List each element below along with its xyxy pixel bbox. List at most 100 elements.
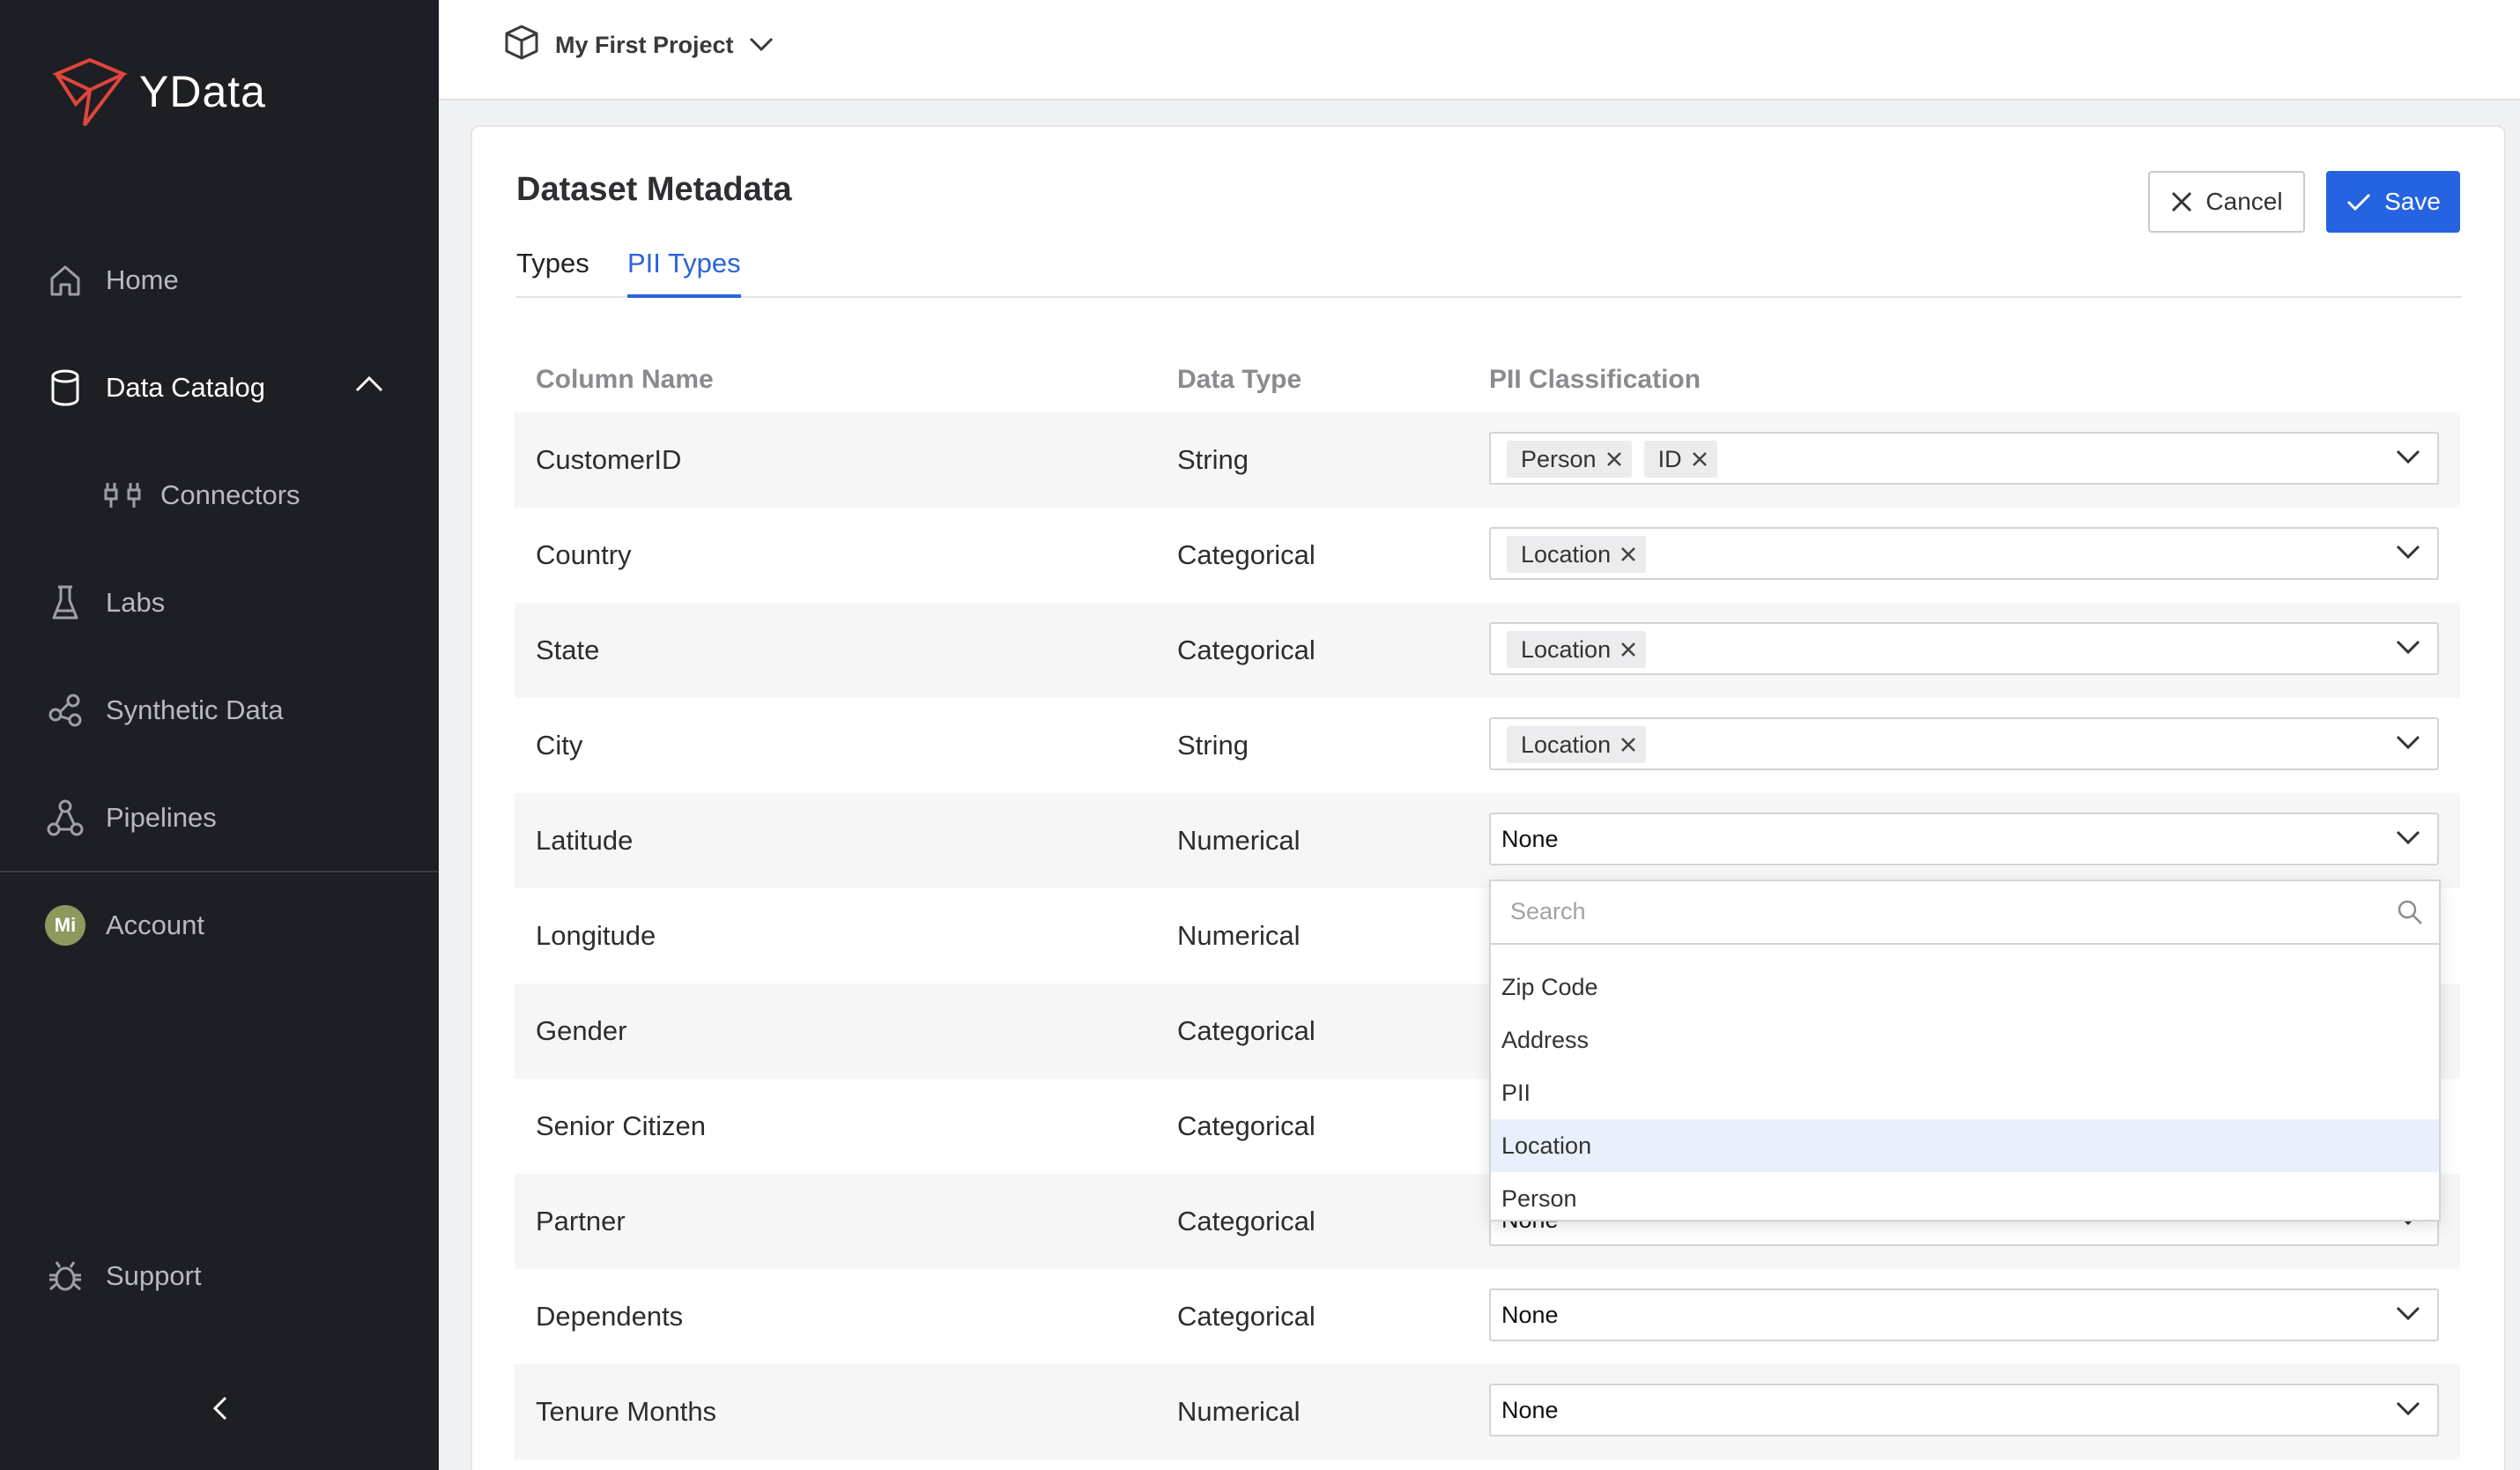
tab-pii-types[interactable]: PII Types bbox=[627, 245, 741, 298]
close-icon[interactable] bbox=[1619, 546, 1637, 563]
pii-select[interactable]: Location bbox=[1489, 622, 2439, 675]
search-input[interactable] bbox=[1491, 881, 2372, 941]
flask-icon bbox=[42, 580, 88, 626]
dropdown-option[interactable]: PII bbox=[1491, 1066, 2439, 1119]
bug-icon bbox=[42, 1253, 88, 1299]
dropdown-options: Zip Code Address PII Location Person bbox=[1491, 961, 2439, 1225]
header-pii-classification: PII Classification bbox=[1489, 365, 1701, 394]
pii-select-open[interactable]: None bbox=[1489, 813, 2439, 865]
header-column-name: Column Name bbox=[536, 365, 714, 394]
sidebar-item-label: Home bbox=[106, 264, 179, 295]
page-title: Dataset Metadata bbox=[516, 171, 792, 208]
tag-label: Location bbox=[1521, 540, 1612, 568]
chevron-down-icon bbox=[2396, 545, 2420, 560]
column-name: Partner bbox=[536, 1206, 626, 1236]
save-button[interactable]: Save bbox=[2326, 171, 2460, 233]
synthetic-icon bbox=[42, 687, 88, 733]
pii-tag: Location bbox=[1507, 726, 1647, 763]
sidebar-item-label: Synthetic Data bbox=[106, 694, 284, 725]
sidebar-item-data-catalog[interactable]: Data Catalog bbox=[42, 361, 265, 414]
collapse-sidebar-icon[interactable] bbox=[208, 1392, 234, 1429]
column-name: Tenure Months bbox=[536, 1396, 717, 1427]
tag-label: ID bbox=[1657, 445, 1682, 472]
avatar: Mi bbox=[42, 902, 88, 948]
sidebar-item-label: Support bbox=[106, 1260, 202, 1291]
sidebar-item-support[interactable]: Support bbox=[42, 1250, 202, 1303]
table-row: City String Location bbox=[515, 698, 2460, 793]
avatar-initials: Mi bbox=[45, 905, 85, 946]
pii-tag: Location bbox=[1507, 631, 1647, 668]
chevron-up-icon[interactable] bbox=[354, 375, 384, 398]
data-type: Numerical bbox=[1177, 1396, 1301, 1427]
tag-label: Location bbox=[1521, 635, 1612, 663]
pii-tag: ID bbox=[1643, 441, 1717, 478]
dropdown-option[interactable]: Address bbox=[1491, 1013, 2439, 1066]
pipelines-icon bbox=[42, 795, 88, 841]
connectors-icon bbox=[102, 472, 143, 518]
table-row: Dependents Categorical None bbox=[515, 1269, 2460, 1364]
pii-select[interactable]: Location bbox=[1489, 717, 2439, 770]
data-type: Categorical bbox=[1177, 539, 1316, 570]
dropdown-option-highlighted[interactable]: Location bbox=[1491, 1119, 2439, 1172]
sidebar-item-home[interactable]: Home bbox=[42, 254, 179, 307]
sidebar-item-label: Connectors bbox=[160, 479, 300, 510]
sidebar-item-connectors[interactable]: Connectors bbox=[102, 469, 300, 522]
pii-tag: Person bbox=[1507, 441, 1632, 478]
select-value: None bbox=[1501, 826, 1559, 852]
pii-tag: Location bbox=[1507, 536, 1647, 573]
column-name: State bbox=[536, 635, 600, 665]
project-selector[interactable]: My First Project bbox=[502, 23, 775, 68]
tab-types[interactable]: Types bbox=[516, 245, 589, 298]
sidebar-item-label: Pipelines bbox=[106, 802, 217, 833]
data-type: Categorical bbox=[1177, 1301, 1316, 1332]
dropdown-search bbox=[1491, 881, 2439, 945]
pii-select[interactable]: Person ID bbox=[1489, 432, 2439, 485]
home-icon bbox=[42, 257, 88, 303]
chevron-down-icon bbox=[2396, 830, 2420, 845]
table-row: Tenure Months Numerical None bbox=[515, 1364, 2460, 1459]
data-type: Categorical bbox=[1177, 635, 1316, 665]
table-row: CustomerID String Person ID bbox=[515, 412, 2460, 508]
table-header: Column Name Data Type PII Classification bbox=[515, 347, 2460, 409]
pii-select[interactable]: None bbox=[1489, 1384, 2439, 1437]
table-row: Country Categorical Location bbox=[515, 508, 2460, 603]
pii-select[interactable]: None bbox=[1489, 1288, 2439, 1341]
close-icon[interactable] bbox=[1691, 450, 1708, 468]
column-name: Latitude bbox=[536, 825, 634, 856]
sidebar-item-label: Account bbox=[106, 909, 205, 940]
data-type: Categorical bbox=[1177, 1015, 1316, 1046]
logo[interactable]: YData bbox=[49, 55, 266, 129]
chevron-down-icon bbox=[2396, 735, 2420, 750]
sidebar-item-account[interactable]: Mi Account bbox=[42, 899, 204, 952]
cancel-button[interactable]: Cancel bbox=[2148, 171, 2305, 233]
sidebar-item-label: Data Catalog bbox=[106, 372, 265, 403]
header-data-type: Data Type bbox=[1177, 365, 1302, 394]
project-name: My First Project bbox=[555, 32, 734, 58]
column-name: Longitude bbox=[536, 920, 656, 951]
select-value: None bbox=[1501, 1302, 1559, 1328]
tag-label: Person bbox=[1521, 445, 1597, 472]
table-row: Latitude Numerical None bbox=[515, 793, 2460, 888]
save-label: Save bbox=[2384, 188, 2441, 215]
pii-dropdown-menu: Zip Code Address PII Location Person bbox=[1489, 880, 2441, 1221]
sidebar-item-label: Labs bbox=[106, 587, 166, 618]
sidebar-item-pipelines[interactable]: Pipelines bbox=[42, 791, 217, 844]
logo-text: YData bbox=[139, 67, 266, 116]
check-icon bbox=[2347, 193, 2371, 212]
data-type: Numerical bbox=[1177, 825, 1301, 856]
dropdown-option[interactable]: Person bbox=[1491, 1172, 2439, 1225]
cancel-label: Cancel bbox=[2205, 188, 2283, 215]
column-name: Dependents bbox=[536, 1301, 684, 1332]
close-icon[interactable] bbox=[1605, 450, 1623, 468]
data-type: String bbox=[1177, 444, 1249, 475]
dropdown-option[interactable]: Zip Code bbox=[1491, 961, 2439, 1013]
sidebar-item-labs[interactable]: Labs bbox=[42, 576, 165, 629]
close-icon[interactable] bbox=[1619, 641, 1637, 658]
close-icon[interactable] bbox=[1619, 736, 1637, 754]
sidebar-item-synthetic-data[interactable]: Synthetic Data bbox=[42, 684, 284, 737]
column-name: Senior Citizen bbox=[536, 1110, 706, 1141]
chevron-down-icon bbox=[2396, 1401, 2420, 1416]
close-icon bbox=[2172, 191, 2192, 212]
pii-select[interactable]: Location bbox=[1489, 527, 2439, 580]
chevron-down-icon bbox=[2396, 449, 2420, 464]
